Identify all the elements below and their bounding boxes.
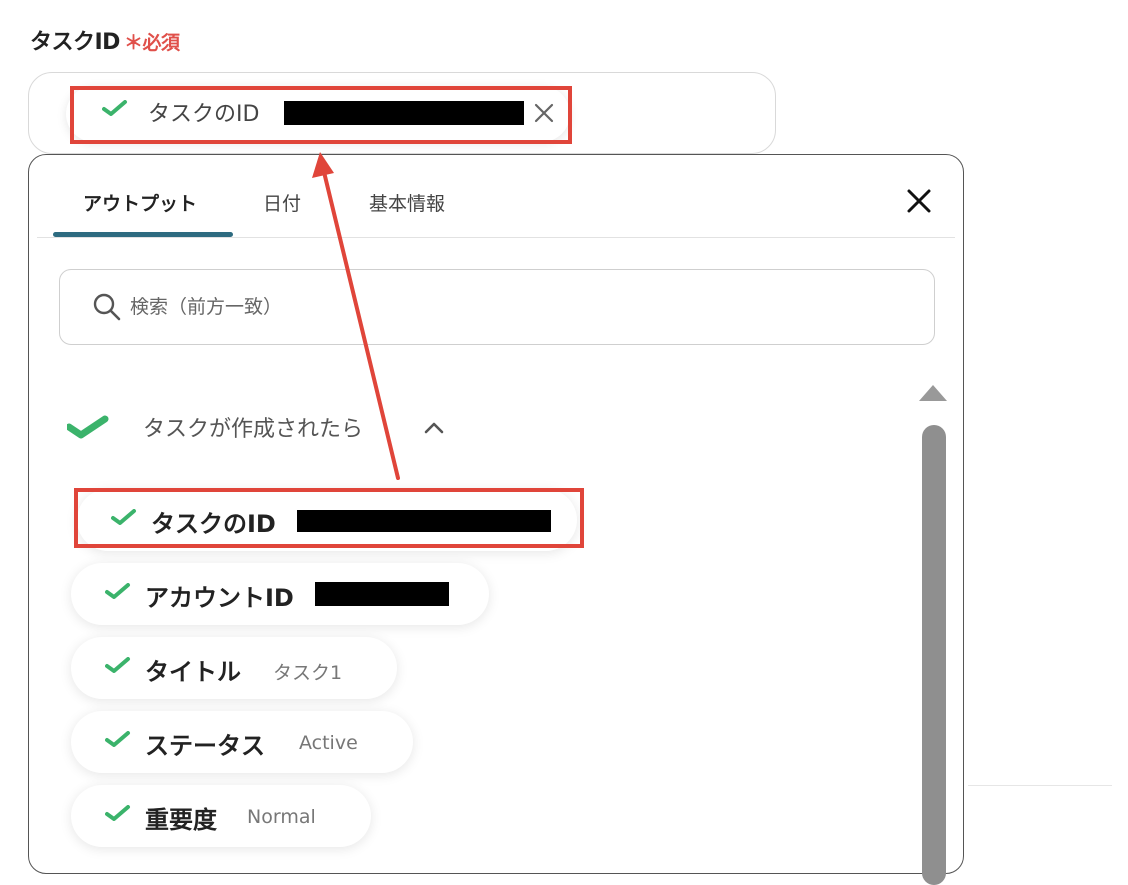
item-name: タイトル [145,658,241,686]
list-item[interactable]: 重要度 Normal [71,785,371,847]
item-value: タスク1 [273,662,343,684]
search-box[interactable] [59,269,935,345]
green-check-icon [105,583,130,599]
search-icon [93,293,121,321]
group-title: タスクが作成されたら [143,417,364,442]
field-label-text: タスクID [30,30,120,55]
green-check-icon [105,731,130,747]
scroll-up-arrow-icon[interactable] [919,385,947,401]
item-name: 重要度 [145,806,217,834]
annotation-highlight-item [74,488,584,548]
green-check-icon [105,657,130,673]
list-item[interactable]: ステータス Active [71,711,413,773]
item-value: Active [299,732,358,754]
item-name: アカウントID [145,584,294,612]
tab-date[interactable]: 日付 [263,189,301,216]
list-item[interactable]: アカウントID [71,563,489,625]
required-badge: ＊必須 [123,32,180,54]
chevron-up-icon[interactable] [421,417,447,439]
scrollbar-thumb[interactable] [922,425,946,885]
tab-basic-info[interactable]: 基本情報 [369,189,445,216]
green-check-icon [105,805,130,821]
green-check-icon [67,415,109,439]
redacted-value [315,582,449,606]
group-header[interactable]: タスクが作成されたら [67,411,467,451]
tab-output[interactable]: アウトプット [83,189,197,216]
tab-divider [37,237,955,238]
item-value: Normal [247,806,316,828]
active-tab-indicator [53,232,233,237]
item-name: ステータス [145,732,265,760]
close-icon[interactable] [901,183,937,219]
field-label: タスクID ＊必須 [30,24,180,56]
annotation-highlight-selected [70,86,572,144]
list-item[interactable]: タイトル タスク1 [71,637,397,699]
search-input[interactable] [130,290,830,324]
divider [968,785,1112,786]
